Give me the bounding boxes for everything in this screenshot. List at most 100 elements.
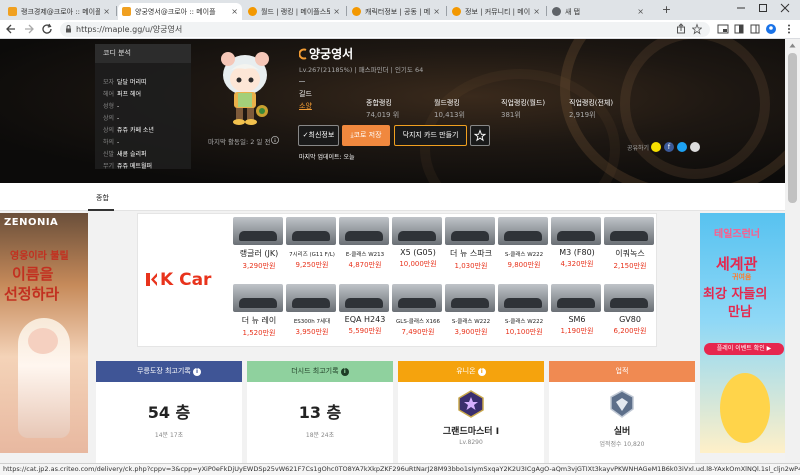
browser-tab[interactable]: 새 탭 × [548, 3, 648, 20]
card-subvalue: 18분 24초 [305, 432, 335, 439]
profile-avatar-icon[interactable] [764, 23, 777, 36]
car-listing[interactable]: 더 뉴 레이 1,520만원 [233, 284, 285, 338]
maximize-window-icon[interactable] [756, 3, 769, 16]
car-listing[interactable]: S-클래스 W222 3,900만원 [445, 284, 497, 337]
refresh-button[interactable]: ✓최신정보 [298, 125, 339, 146]
car-listing[interactable]: ES300h 7세대 3,950만원 [286, 284, 338, 337]
car-listing[interactable]: 7시리즈 (G11 F/L) 9,250만원 [286, 217, 338, 270]
maplegg-favicon-icon [122, 7, 131, 16]
close-tab-icon[interactable]: × [530, 7, 540, 16]
scrollbar-thumb[interactable] [788, 53, 797, 203]
car-listing[interactable]: M3 (F80) 4,320만원 [551, 217, 603, 269]
last-updated-text: 마지막 업데이트: 오늘 [299, 154, 355, 161]
car-listing[interactable]: GLS-클래스 X166 7,490만원 [392, 284, 444, 337]
codi-row: 헤어 퍼프 헤어 [103, 91, 141, 98]
card-value: 13 층 [298, 403, 342, 422]
browser-tab[interactable]: 정보 | 커뮤니티 | 메이플스 × [448, 3, 544, 20]
codi-row: 모자 달달 머리띠 [103, 79, 147, 86]
close-tab-icon[interactable]: × [430, 7, 440, 16]
ad-copy: 세계관 [716, 255, 758, 273]
car-price: 4,320만원 [560, 260, 594, 268]
browser-tab[interactable]: 캐릭터정보 | 공동 | 메이플 × [348, 3, 444, 20]
car-listing[interactable]: SM6 1,190만원 [551, 284, 603, 336]
kcar-logo-icon [146, 272, 158, 287]
car-listing[interactable]: X5 (G05) 10,000만원 [392, 217, 444, 269]
car-listing[interactable]: S-클래스 W222 10,100만원 [498, 284, 550, 337]
codi-row: 신발 새콤 슬리퍼 [103, 151, 147, 158]
car-photo [233, 284, 283, 312]
tab-overview[interactable]: 종합 [96, 193, 109, 203]
car-listing[interactable]: EQA H243 5,590만원 [339, 284, 391, 336]
stat-label: 종합랭킹 [366, 99, 392, 107]
cast-icon[interactable] [716, 23, 729, 36]
link-share-icon[interactable] [690, 142, 700, 152]
car-name: S-클래스 W222 [504, 252, 544, 258]
car-listing[interactable]: 이쿼녹스 2,150만원 [604, 217, 656, 271]
reload-icon[interactable] [40, 23, 53, 36]
make-card-button[interactable]: 닥지지 카드 만들기 [394, 125, 467, 146]
facebook-share-icon[interactable]: f [664, 142, 674, 152]
minimize-window-icon[interactable] [734, 3, 747, 16]
car-listing[interactable]: S-클래스 W222 9,800만원 [498, 217, 550, 270]
info-icon[interactable]: i [192, 368, 201, 376]
divider [299, 81, 305, 82]
character-meta: Lv.267(21185%) | 패스파인더 | 인기도 64 [299, 66, 424, 74]
ad-cta-button[interactable]: 플레이 이벤트 확인 ▶ [704, 343, 784, 355]
favorite-button[interactable] [470, 125, 490, 146]
browser-tab-title: 새 탭 [565, 7, 581, 16]
stat-label: 월드랭킹 [434, 99, 460, 107]
car-price: 2,150만원 [613, 262, 647, 270]
car-name: 7시리즈 (G11 F/L) [289, 252, 335, 258]
guild-link[interactable]: 소양 [299, 101, 312, 111]
kcar-logo: K Car [146, 270, 211, 290]
car-listing[interactable]: 더 뉴 스파크 1,030만원 [445, 217, 497, 271]
stat-value: 10,413위 [434, 111, 465, 119]
extensions-icon[interactable] [732, 23, 745, 36]
character-name: 양궁영서 [309, 47, 354, 61]
close-tab-icon[interactable]: × [330, 7, 340, 16]
car-photo [445, 217, 495, 245]
info-icon[interactable]: i [340, 368, 349, 376]
address-bar[interactable]: https://maple.gg/u/양궁영서 [60, 22, 710, 37]
card-mureung: 무릉도장 최고기록 i 54 층 14분 17초 [96, 361, 242, 463]
scroll-up-icon[interactable] [789, 41, 796, 50]
car-price: 5,590만원 [348, 327, 382, 335]
close-window-icon[interactable] [778, 3, 791, 16]
maplestory-favicon-icon [452, 7, 461, 16]
browser-tab-title: 월드 | 랭킹 | 메이플스토리 [261, 7, 331, 16]
back-icon[interactable] [4, 23, 17, 36]
new-tab-button[interactable]: + [660, 3, 673, 16]
ad-brand: 테일즈런너 [714, 229, 760, 240]
car-price: 1,190만원 [560, 327, 594, 335]
maplestory-favicon-icon [248, 7, 257, 16]
info-icon[interactable]: i [477, 368, 486, 376]
kcar-banner-ad[interactable]: K Car 랭글러 (JK) 3,290만원 7시리즈 (G11 F/L) 9,25… [137, 213, 657, 347]
star-icon [473, 129, 487, 142]
car-listing[interactable]: 랭글러 (JK) 3,290만원 [233, 217, 285, 271]
left-side-ad[interactable]: ZENONIA 영웅이라 불릴 이름을 선정하라 [0, 213, 88, 453]
right-side-ad[interactable]: 테일즈런너 세계관 귀여움 최강 자들의 만남 플레이 이벤트 확인 ▶ [700, 213, 788, 453]
browser-tab-active[interactable]: 양궁영서@크로아 :: 메이플 × [118, 3, 242, 20]
profile-header: 코디 분석 모자 달달 머리띠 헤어 퍼프 헤어 성형 - 상의 - 상의 쥬쥬 카페 소… [0, 39, 785, 183]
stat-value: 2,919위 [569, 111, 596, 119]
reading-list-icon[interactable] [748, 23, 761, 36]
codi-row: 상의 - [103, 115, 120, 122]
browser-tab[interactable]: 랭크경제@크로아 :: 메이플 × [4, 3, 114, 20]
car-price: 7,490만원 [401, 328, 435, 336]
car-listing[interactable]: E-클래스 W213 4,870만원 [339, 217, 391, 270]
kakao-share-icon[interactable] [651, 142, 661, 152]
save-codi-button[interactable]: ⤓코로 저장 [342, 125, 390, 146]
car-name: M3 (F80) [559, 248, 595, 257]
close-tab-icon[interactable]: × [100, 7, 110, 16]
car-name: 더 뉴 레이 [241, 316, 277, 325]
close-tab-icon[interactable]: × [228, 7, 238, 16]
forward-icon[interactable] [22, 23, 35, 36]
browser-tab[interactable]: 월드 | 랭킹 | 메이플스토리 × [244, 3, 344, 20]
vertical-scrollbar[interactable] [785, 39, 800, 463]
codi-row: 상의 쥬쥬 카페 소년 [103, 127, 154, 134]
browser-menu-icon[interactable] [782, 23, 795, 36]
close-tab-icon[interactable]: × [634, 7, 644, 16]
twitter-share-icon[interactable] [677, 142, 687, 152]
card-union: 유니온 i 그랜드마스터 I Lv.8290 [398, 361, 544, 463]
car-listing[interactable]: GV80 6,200만원 [604, 284, 656, 336]
